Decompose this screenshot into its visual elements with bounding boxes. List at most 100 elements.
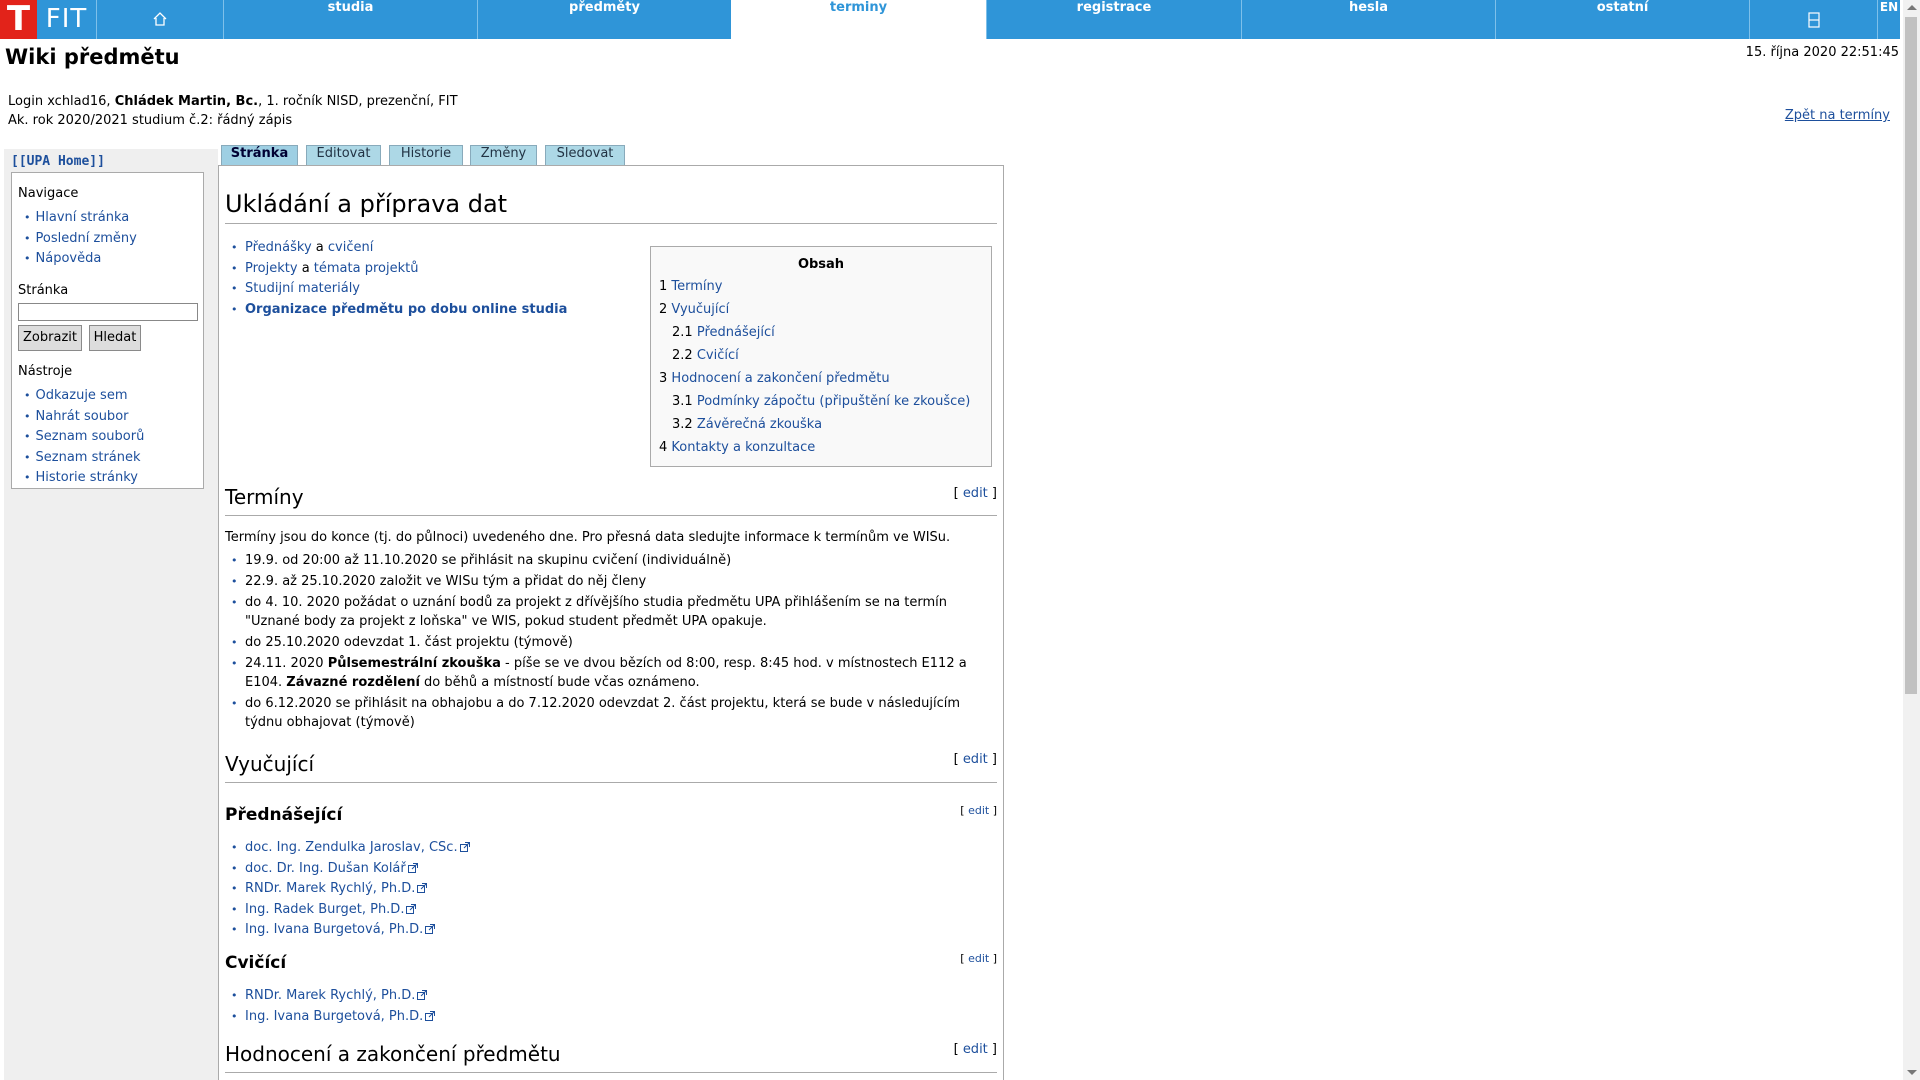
show-button[interactable]: Zobrazit xyxy=(18,325,82,351)
nav-predmety[interactable]: předměty xyxy=(477,0,731,39)
login-text: Login xchlad16, xyxy=(8,94,115,109)
binding-split-label: Závazné rozdělení xyxy=(286,675,420,690)
tab-edit[interactable]: Editovat xyxy=(306,145,381,165)
toc-item[interactable]: 3.2 Závěrečná zkouška xyxy=(672,417,822,432)
toc-link[interactable]: Termíny xyxy=(671,279,722,294)
tab-watch[interactable]: Sledovat xyxy=(545,145,625,165)
language-switch[interactable]: EN xyxy=(1877,0,1900,39)
scroll-up-icon[interactable] xyxy=(1907,5,1917,10)
external-link-icon xyxy=(417,990,428,1000)
toc-item[interactable]: 2 Vyučující xyxy=(659,302,729,317)
print-icon xyxy=(1807,12,1820,28)
page-search-input[interactable] xyxy=(18,303,198,321)
nav-hesla[interactable]: hesla xyxy=(1241,0,1495,39)
lecturer-link[interactable]: doc. Dr. Ing. Dušan Kolář xyxy=(245,861,406,876)
nav-home[interactable] xyxy=(96,0,223,39)
external-link-icon xyxy=(407,862,418,873)
external-link-icon xyxy=(425,1010,436,1021)
sidebar-item-file-list[interactable]: Seznam souborů xyxy=(36,429,145,444)
nav-studia[interactable]: studia xyxy=(223,0,477,39)
exercise-instructors-list: RNDr. Marek Rychlý, Ph.D. Ing. Ivana Bur… xyxy=(225,986,725,1027)
edit-bracket: ] xyxy=(987,752,997,767)
instructor-link[interactable]: RNDr. Marek Rychlý, Ph.D. xyxy=(245,988,415,1003)
instructor-link[interactable]: Ing. Ivana Burgetová, Ph.D. xyxy=(245,1009,423,1024)
sidebar-item-page-list[interactable]: Seznam stránek xyxy=(36,450,141,465)
nav-registrace[interactable]: registrace xyxy=(986,0,1241,39)
toc-number: 4 xyxy=(659,440,668,455)
project-topics-link[interactable]: témata projektů xyxy=(314,261,419,276)
section-heading-vyucujici: Vyučující xyxy=(225,752,314,776)
toc-item[interactable]: 2.1 Přednášející xyxy=(672,325,775,340)
toc-number: 3 xyxy=(659,371,668,386)
toc-item[interactable]: 3.1 Podmínky zápočtu (připuštění ke zkou… xyxy=(672,394,970,409)
upa-home-link[interactable]: [[UPA Home]] xyxy=(11,154,105,169)
scroll-down-icon[interactable] xyxy=(1907,1070,1917,1075)
scrollbar-thumb[interactable] xyxy=(1905,17,1917,694)
sidebar-item-help[interactable]: Nápověda xyxy=(36,251,102,266)
edit-bracket: ] xyxy=(987,1042,997,1057)
tab-history[interactable]: Historie xyxy=(389,145,463,165)
fit-logo[interactable]: T FIT xyxy=(0,0,96,39)
edit-bracket: ] xyxy=(987,486,997,501)
toc-number: 1 xyxy=(659,279,668,294)
nav-terminy[interactable]: terminy xyxy=(731,0,986,39)
lecturer-link[interactable]: RNDr. Marek Rychlý, Ph.D. xyxy=(245,881,415,896)
terminy-list: 19.9. od 20:00 až 11.10.2020 se přihlási… xyxy=(225,551,995,732)
nav-ostatni[interactable]: ostatní xyxy=(1495,0,1749,39)
lecturer-link[interactable]: Ing. Radek Burget, Ph.D. xyxy=(245,902,404,917)
intro-links: Přednášky a cvičení Projekty a témata pr… xyxy=(225,238,625,320)
intro-conjunction: a xyxy=(297,260,314,276)
toc-number: 2.2 xyxy=(672,348,693,363)
edit-link[interactable]: edit xyxy=(968,952,989,965)
exercises-link[interactable]: cvičení xyxy=(328,240,373,255)
toc-item[interactable]: 1 Termíny xyxy=(659,279,722,294)
home-icon xyxy=(153,12,167,26)
lecturer-link[interactable]: Ing. Ivana Burgetová, Ph.D. xyxy=(245,922,423,937)
section-heading-hodnoceni: Hodnocení a zakončení předmětu xyxy=(225,1042,561,1066)
external-link-icon xyxy=(425,924,436,934)
edit-bracket: [ xyxy=(953,752,963,767)
external-link-icon xyxy=(459,842,470,852)
sidebar-item-upload-file[interactable]: Nahrát soubor xyxy=(36,409,129,424)
toc-item[interactable]: 4 Kontakty a konzultace xyxy=(659,440,815,455)
toc-item[interactable]: 2.2 Cvičící xyxy=(672,348,739,363)
edit-section-cvicici: [ edit ] xyxy=(960,952,997,965)
edit-bracket: ] xyxy=(989,804,997,817)
lectures-link[interactable]: Přednášky xyxy=(245,240,312,255)
edit-link[interactable]: edit xyxy=(963,486,988,501)
toc-number: 3.2 xyxy=(672,417,693,432)
edit-link[interactable]: edit xyxy=(963,752,988,767)
online-organization-link[interactable]: Organizace předmětu po dobu online studi… xyxy=(245,302,567,317)
toc-link[interactable]: Hodnocení a zakončení předmětu xyxy=(671,371,889,386)
sidebar-item-page-history[interactable]: Historie stránky xyxy=(36,470,138,485)
sidebar-item-recent-changes[interactable]: Poslední změny xyxy=(36,231,137,246)
edit-bracket: ] xyxy=(989,952,997,965)
toc-link[interactable]: Kontakty a konzultace xyxy=(671,440,815,455)
search-button[interactable]: Hledat xyxy=(89,325,141,351)
edit-link[interactable]: edit xyxy=(968,804,989,817)
toc-link[interactable]: Závěrečná zkouška xyxy=(697,417,822,432)
projects-link[interactable]: Projekty xyxy=(245,261,298,276)
title-divider xyxy=(225,223,997,224)
logo-fit: FIT xyxy=(37,0,96,39)
lecturer-link[interactable]: doc. Ing. Zendulka Jaroslav, CSc. xyxy=(245,840,458,855)
tab-changes[interactable]: Změny xyxy=(470,145,537,165)
section-divider xyxy=(225,1072,997,1073)
tab-page[interactable]: Stránka xyxy=(221,145,298,165)
toc-item[interactable]: 3 Hodnocení a zakončení předmětu xyxy=(659,371,890,386)
sidebar-item-main-page[interactable]: Hlavní stránka xyxy=(36,210,130,225)
study-materials-link[interactable]: Studijní materiály xyxy=(245,281,360,296)
list-item: 22.9. až 25.10.2020 založit ve WISu tým … xyxy=(225,572,995,591)
toc-number: 2 xyxy=(659,302,668,317)
vertical-scrollbar[interactable] xyxy=(1903,0,1920,1080)
sidebar-item-what-links-here[interactable]: Odkazuje sem xyxy=(36,388,128,403)
edit-link[interactable]: edit xyxy=(963,1042,988,1057)
table-of-contents: Obsah 1 Termíny 2 Vyučující 2.1 Přednáše… xyxy=(650,246,992,467)
toc-link[interactable]: Přednášející xyxy=(697,325,775,340)
back-to-terms-link[interactable]: Zpět na termíny xyxy=(1785,108,1890,123)
nav-print[interactable] xyxy=(1749,0,1877,39)
toc-link[interactable]: Podmínky zápočtu (připuštění ke zkoušce) xyxy=(697,394,971,409)
toc-link[interactable]: Cvičící xyxy=(697,348,739,363)
toc-link[interactable]: Vyučující xyxy=(671,302,729,317)
edit-section-vyucujici: [ edit ] xyxy=(954,752,997,767)
